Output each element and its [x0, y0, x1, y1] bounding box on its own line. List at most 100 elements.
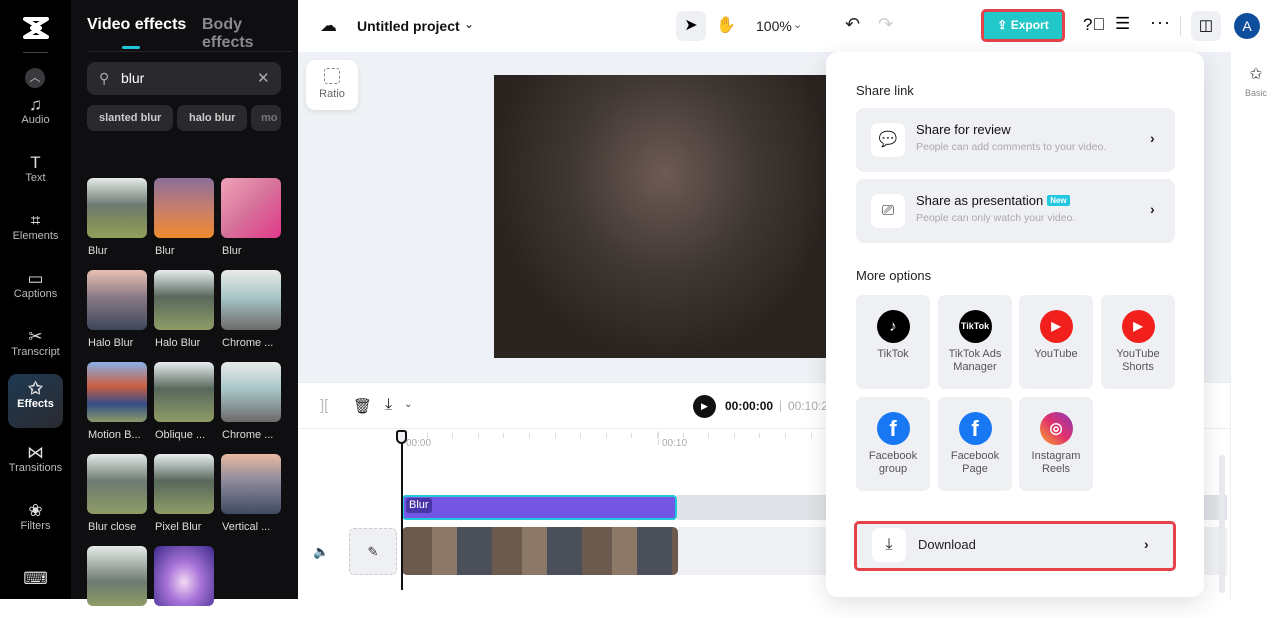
effect-thumbnail[interactable]: [221, 454, 281, 514]
download-icon[interactable]: ⤓: [385, 396, 392, 414]
suggestion-chip[interactable]: halo blur: [177, 105, 248, 131]
download-option[interactable]: ⤓ Download ›: [854, 521, 1176, 571]
vertical-scrollbar[interactable]: [1219, 455, 1225, 593]
delete-icon[interactable]: 🗑: [353, 397, 372, 415]
ruler-tick: [658, 431, 659, 445]
chevron-down-icon[interactable]: ⌄: [464, 17, 474, 31]
music-note-icon: ♫: [29, 95, 42, 114]
facebook-icon: f: [876, 412, 910, 445]
rail-item-filters[interactable]: ❀ Filters: [8, 496, 63, 550]
platform-label: Manager: [953, 361, 997, 373]
search-value[interactable]: blur: [121, 70, 144, 86]
download-label: Download: [918, 537, 976, 552]
speaker-icon[interactable]: 🔈: [313, 544, 329, 560]
chevron-down-icon[interactable]: ⌄: [793, 18, 802, 31]
rail-item-text[interactable]: T Text: [8, 148, 63, 202]
tab-body-effects[interactable]: Body effects: [202, 16, 298, 52]
platform-facebook-page[interactable]: f Facebook Page: [938, 397, 1012, 491]
basic-label: Basic: [1244, 88, 1267, 98]
suggestion-chip[interactable]: slanted blur: [87, 105, 174, 131]
playhead[interactable]: [401, 437, 403, 590]
share-link-heading: Share link: [856, 83, 914, 98]
effect-thumbnail[interactable]: [154, 546, 214, 606]
cloud-saved-icon[interactable]: ☁: [320, 16, 337, 36]
effect-thumbnail[interactable]: [87, 362, 147, 422]
effect-thumbnail[interactable]: [87, 270, 147, 330]
rail-label: Audio: [21, 114, 50, 126]
effect-thumbnail[interactable]: [221, 362, 281, 422]
cover-edit-button[interactable]: ✎: [349, 528, 397, 575]
effect-thumbnail[interactable]: [154, 454, 214, 514]
platform-tiktok[interactable]: ♪ TikTok: [856, 295, 930, 389]
effect-label: Blur: [155, 245, 175, 257]
transcript-icon: ✂: [28, 327, 43, 346]
search-icon: ⚲: [99, 70, 110, 86]
playhead-handle[interactable]: [396, 430, 407, 444]
effect-thumbnail[interactable]: [87, 178, 147, 238]
effect-label: Oblique ...: [155, 429, 206, 441]
layout-toggle-button[interactable]: ◫: [1191, 11, 1221, 41]
avatar[interactable]: A: [1234, 13, 1260, 39]
effect-thumbnail[interactable]: [87, 454, 147, 514]
new-badge: New: [1047, 195, 1070, 206]
rail-item-effects[interactable]: ✩ Effects: [8, 374, 63, 428]
platform-instagram-reels[interactable]: ◎ Instagram Reels: [1019, 397, 1093, 491]
help-icon[interactable]: ?⃝: [1083, 15, 1105, 35]
effect-thumbnail[interactable]: [154, 270, 214, 330]
right-panel: ✩ Basic: [1230, 52, 1280, 599]
effect-thumbnail[interactable]: [154, 178, 214, 238]
platform-tiktok-ads-manager[interactable]: TikTok TikTok Ads Manager: [938, 295, 1012, 389]
platform-youtube[interactable]: ▶ YouTube: [1019, 295, 1093, 389]
video-preview[interactable]: [494, 75, 834, 358]
transitions-icon: ⋈: [27, 443, 44, 462]
share-for-review-option[interactable]: 💬 Share for review People can add commen…: [856, 108, 1175, 172]
option-subtitle: People can add comments to your video.: [916, 141, 1107, 153]
ruler-tick: [657, 433, 658, 438]
capcut-logo-icon[interactable]: [20, 14, 52, 42]
rail-item-audio[interactable]: ♫ Audio: [8, 90, 63, 144]
divider: [23, 52, 48, 53]
play-button[interactable]: ▶: [693, 395, 716, 418]
effect-thumbnail[interactable]: [154, 362, 214, 422]
zoom-level[interactable]: 100%: [756, 18, 792, 34]
effect-thumbnail[interactable]: [221, 178, 281, 238]
rail-label: Filters: [20, 520, 51, 532]
search-input[interactable]: ⚲ blur ✕: [87, 62, 281, 95]
video-clip[interactable]: [402, 527, 678, 575]
platform-facebook-group[interactable]: f Facebook group: [856, 397, 930, 491]
stack-icon[interactable]: ☰: [1115, 14, 1130, 34]
basic-tab[interactable]: ✩ Basic: [1231, 64, 1280, 98]
effect-label: Motion B...: [88, 429, 141, 441]
more-icon[interactable]: ···: [1150, 12, 1171, 33]
share-as-presentation-option[interactable]: ⎚ Share as presentation New People can on…: [856, 179, 1175, 243]
split-icon[interactable]: ][: [320, 397, 328, 414]
elements-icon: ⌗: [30, 211, 41, 230]
export-button[interactable]: ⇪ Export: [981, 9, 1065, 42]
chevron-down-icon[interactable]: ⌄: [404, 399, 412, 410]
suggestion-chip[interactable]: mo: [251, 105, 281, 131]
effect-clip[interactable]: [402, 495, 677, 520]
ratio-button[interactable]: Ratio: [306, 60, 358, 110]
clear-search-icon[interactable]: ✕: [257, 69, 270, 87]
split-panel-icon: ◫: [1198, 17, 1214, 34]
hand-tool-icon[interactable]: ✋: [716, 15, 736, 35]
redo-icon[interactable]: ↷: [878, 14, 893, 35]
platform-label: Facebook: [950, 450, 1000, 462]
platform-label: TikTok: [877, 348, 909, 360]
pointer-tool-button[interactable]: ➤: [676, 11, 706, 41]
rail-item-transcript[interactable]: ✂ Transcript: [8, 322, 63, 376]
collapse-up-button[interactable]: ︿: [25, 68, 45, 88]
effect-label: Halo Blur: [88, 337, 134, 349]
rail-item-elements[interactable]: ⌗ Elements: [8, 206, 63, 260]
undo-icon[interactable]: ↶: [845, 14, 860, 35]
rail-item-transitions[interactable]: ⋈ Transitions: [8, 438, 63, 492]
project-title[interactable]: Untitled project: [357, 18, 460, 34]
rail-item-captions[interactable]: ▭ Captions: [8, 264, 63, 318]
tab-video-effects[interactable]: Video effects: [87, 16, 186, 34]
effect-thumbnail[interactable]: [221, 270, 281, 330]
platform-youtube-shorts[interactable]: ▶ YouTube Shorts: [1101, 295, 1175, 389]
captions-icon: ▭: [27, 269, 44, 288]
ruler-tick: [631, 433, 633, 438]
effect-thumbnail[interactable]: [87, 546, 147, 606]
rail-item-keyboard[interactable]: ⌨: [8, 564, 63, 618]
